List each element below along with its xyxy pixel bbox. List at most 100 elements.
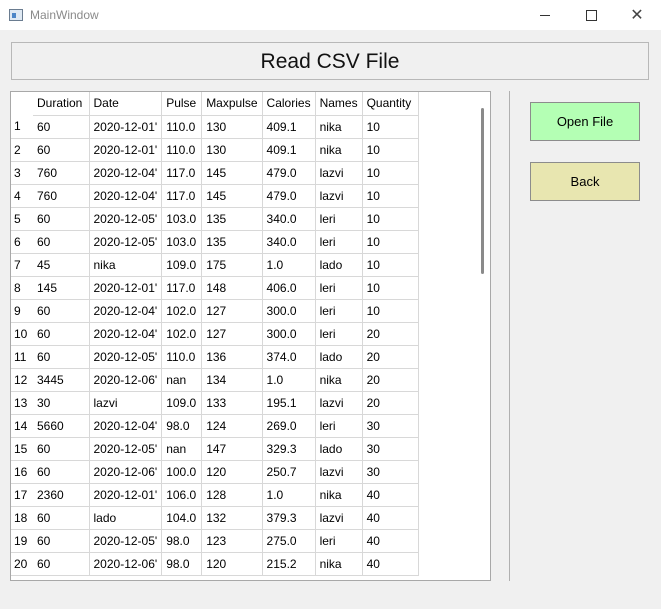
table-cell[interactable]: 479.0 — [262, 184, 316, 208]
table-cell[interactable]: leri — [315, 529, 363, 553]
table-cell[interactable]: lado — [315, 253, 363, 277]
table-cell[interactable]: 123 — [201, 529, 263, 553]
maximize-button[interactable] — [568, 0, 614, 30]
table-cell[interactable]: 120 — [201, 460, 263, 484]
table-cell[interactable]: 40 — [362, 506, 419, 530]
table-row[interactable]: 18 60 lado 104.0 132 379.3 lazvi 40 — [11, 506, 419, 530]
table-cell[interactable]: 120 — [201, 552, 263, 576]
table-cell[interactable]: lazvi — [315, 506, 363, 530]
table-cell[interactable]: 215.2 — [262, 552, 316, 576]
column-header-date[interactable]: Date — [89, 92, 163, 116]
table-cell[interactable]: 98.0 — [161, 414, 203, 438]
table-cell[interactable]: leri — [315, 414, 363, 438]
table-cell[interactable]: 109.0 — [161, 253, 203, 277]
table-cell[interactable]: 2020-12-04' — [89, 161, 163, 185]
table-cell[interactable]: 10 — [362, 115, 419, 139]
table-cell[interactable]: 147 — [201, 437, 263, 461]
table-cell[interactable]: nika — [89, 253, 163, 277]
table-cell[interactable]: 110.0 — [161, 138, 203, 162]
table-cell[interactable]: 132 — [201, 506, 263, 530]
table-cell[interactable]: 2020-12-05' — [89, 230, 163, 254]
column-header-quantity[interactable]: Quantity — [362, 92, 419, 116]
table-cell[interactable]: 60 — [33, 115, 90, 139]
table-cell[interactable]: 3445 — [33, 368, 90, 392]
column-header-duration[interactable]: Duration — [33, 92, 90, 116]
csv-table-view[interactable]: Duration Date Pulse Maxpulse Calories Na… — [10, 91, 491, 581]
table-cell[interactable]: 340.0 — [262, 230, 316, 254]
table-cell[interactable]: 2360 — [33, 483, 90, 507]
table-cell[interactable]: 127 — [201, 299, 263, 323]
table-row[interactable]: 10 60 2020-12-04' 102.0 127 300.0 leri 20 — [11, 322, 419, 346]
table-cell[interactable]: 195.1 — [262, 391, 316, 415]
table-cell[interactable]: 1.0 — [262, 253, 316, 277]
table-cell[interactable]: 60 — [33, 138, 90, 162]
table-cell[interactable]: 98.0 — [161, 529, 203, 553]
table-cell[interactable]: 135 — [201, 230, 263, 254]
table-cell[interactable]: 60 — [33, 552, 90, 576]
table-cell[interactable]: 148 — [201, 276, 263, 300]
table-cell[interactable]: 2020-12-05' — [89, 345, 163, 369]
table-cell[interactable]: leri — [315, 322, 363, 346]
table-cell[interactable]: 340.0 — [262, 207, 316, 231]
table-cell[interactable]: 479.0 — [262, 161, 316, 185]
table-cell[interactable]: 10 — [362, 299, 419, 323]
table-cell[interactable]: 60 — [33, 506, 90, 530]
table-cell[interactable]: 300.0 — [262, 322, 316, 346]
table-cell[interactable]: 45 — [33, 253, 90, 277]
minimize-button[interactable] — [522, 0, 568, 30]
table-cell[interactable]: 134 — [201, 368, 263, 392]
table-scrollbar-thumb[interactable] — [481, 108, 484, 274]
table-cell[interactable]: leri — [315, 207, 363, 231]
table-cell[interactable]: 374.0 — [262, 345, 316, 369]
table-cell[interactable]: lazvi — [89, 391, 163, 415]
table-cell[interactable]: lazvi — [315, 161, 363, 185]
table-cell[interactable]: 409.1 — [262, 115, 316, 139]
table-cell[interactable]: 2020-12-04' — [89, 322, 163, 346]
table-cell[interactable]: 10 — [362, 161, 419, 185]
table-cell[interactable]: 117.0 — [161, 161, 203, 185]
open-file-button[interactable]: Open File — [530, 102, 640, 141]
table-row[interactable]: 19 60 2020-12-05' 98.0 123 275.0 leri 40 — [11, 529, 419, 553]
table-cell[interactable]: leri — [315, 276, 363, 300]
table-cell[interactable]: 124 — [201, 414, 263, 438]
table-cell[interactable]: 1.0 — [262, 483, 316, 507]
table-row[interactable]: 1 60 2020-12-01' 110.0 130 409.1 nika 10 — [11, 115, 419, 139]
table-cell[interactable]: 130 — [201, 138, 263, 162]
table-cell[interactable]: 10 — [362, 253, 419, 277]
table-cell[interactable]: 117.0 — [161, 276, 203, 300]
table-cell[interactable]: 135 — [201, 207, 263, 231]
table-cell[interactable]: 102.0 — [161, 299, 203, 323]
table-cell[interactable]: 30 — [362, 437, 419, 461]
table-cell[interactable]: 60 — [33, 299, 90, 323]
table-cell[interactable]: 104.0 — [161, 506, 203, 530]
table-row[interactable]: 20 60 2020-12-06' 98.0 120 215.2 nika 40 — [11, 552, 419, 576]
table-row[interactable]: 3 760 2020-12-04' 117.0 145 479.0 lazvi 10 — [11, 161, 419, 185]
table-cell[interactable]: nika — [315, 368, 363, 392]
table-cell[interactable]: leri — [315, 299, 363, 323]
table-cell[interactable]: 102.0 — [161, 322, 203, 346]
table-cell[interactable]: 2020-12-06' — [89, 368, 163, 392]
table-cell[interactable]: 30 — [362, 460, 419, 484]
table-cell[interactable]: lazvi — [315, 391, 363, 415]
table-cell[interactable]: 10 — [362, 230, 419, 254]
table-cell[interactable]: nika — [315, 552, 363, 576]
table-cell[interactable]: lazvi — [315, 460, 363, 484]
table-row[interactable]: 12 3445 2020-12-06' nan 134 1.0 nika 20 — [11, 368, 419, 392]
table-cell[interactable]: 60 — [33, 207, 90, 231]
table-cell[interactable]: 2020-12-01' — [89, 276, 163, 300]
table-cell[interactable]: 250.7 — [262, 460, 316, 484]
table-cell[interactable]: 1.0 — [262, 368, 316, 392]
table-cell[interactable]: 130 — [201, 115, 263, 139]
table-cell[interactable]: 30 — [33, 391, 90, 415]
table-cell[interactable]: 60 — [33, 322, 90, 346]
table-row[interactable]: 13 30 lazvi 109.0 133 195.1 lazvi 20 — [11, 391, 419, 415]
table-cell[interactable]: 128 — [201, 483, 263, 507]
table-row[interactable]: 6 60 2020-12-05' 103.0 135 340.0 leri 10 — [11, 230, 419, 254]
table-cell[interactable]: 406.0 — [262, 276, 316, 300]
table-row[interactable]: 11 60 2020-12-05' 110.0 136 374.0 lado 20 — [11, 345, 419, 369]
table-cell[interactable]: 409.1 — [262, 138, 316, 162]
table-cell[interactable]: 145 — [33, 276, 90, 300]
table-cell[interactable]: 2020-12-04' — [89, 414, 163, 438]
table-cell[interactable]: lado — [315, 345, 363, 369]
table-cell[interactable]: 10 — [362, 276, 419, 300]
